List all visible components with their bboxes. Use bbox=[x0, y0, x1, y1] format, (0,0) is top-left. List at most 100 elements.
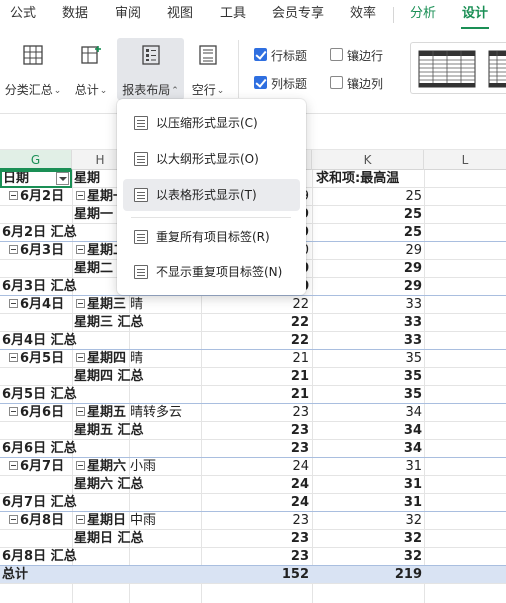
weather-cell[interactable] bbox=[130, 530, 200, 548]
tab-data[interactable]: 数据 bbox=[62, 0, 88, 30]
header-weekday[interactable]: 星期 bbox=[74, 170, 116, 188]
menu-item-tabular-form[interactable]: 以表格形式显示(T) bbox=[123, 179, 300, 211]
max-temp-cell[interactable]: 35 bbox=[316, 350, 422, 368]
max-temp-cell[interactable]: 25 bbox=[316, 224, 422, 242]
date-cell[interactable]: 6月5日 bbox=[9, 350, 70, 368]
collapse-toggle-icon[interactable] bbox=[9, 461, 18, 470]
weekday-cell[interactable]: 星期四 bbox=[76, 350, 128, 368]
min-temp-cell[interactable]: 21 bbox=[204, 350, 309, 368]
min-temp-cell[interactable]: 24 bbox=[204, 476, 309, 494]
date-cell[interactable]: 6月3日 汇总 bbox=[2, 278, 125, 296]
menu-item-repeat-labels[interactable]: 重复所有项目标签(R) bbox=[123, 221, 300, 253]
column-header-k[interactable]: K bbox=[312, 150, 424, 170]
min-temp-cell[interactable]: 24 bbox=[204, 494, 309, 512]
weather-cell[interactable]: 晴 bbox=[130, 350, 200, 368]
max-temp-cell[interactable]: 25 bbox=[316, 206, 422, 224]
date-cell[interactable]: 6月4日 汇总 bbox=[2, 332, 125, 350]
min-temp-cell[interactable]: 23 bbox=[204, 422, 309, 440]
min-temp-cell[interactable]: 23 bbox=[204, 440, 309, 458]
menu-item-no-repeat-labels[interactable]: 不显示重复项目标签(N) bbox=[123, 256, 300, 288]
collapse-toggle-icon[interactable] bbox=[9, 515, 18, 524]
min-temp-cell[interactable]: 152 bbox=[204, 566, 309, 584]
date-cell[interactable] bbox=[2, 368, 70, 386]
date-cell[interactable] bbox=[2, 530, 70, 548]
date-cell[interactable]: 6月2日 汇总 bbox=[2, 224, 125, 242]
date-cell[interactable] bbox=[2, 476, 70, 494]
header-date[interactable]: 日期 bbox=[3, 170, 55, 188]
weather-cell[interactable] bbox=[130, 368, 200, 386]
min-temp-cell[interactable]: 21 bbox=[204, 368, 309, 386]
max-temp-cell[interactable]: 25 bbox=[316, 188, 422, 206]
date-cell[interactable]: 6月8日 汇总 bbox=[2, 548, 125, 566]
tab-member[interactable]: 会员专享 bbox=[272, 0, 324, 30]
pivot-style-gallery[interactable] bbox=[410, 42, 506, 94]
min-temp-cell[interactable]: 22 bbox=[204, 296, 309, 314]
max-temp-cell[interactable]: 35 bbox=[316, 368, 422, 386]
header-max-temp-sum[interactable]: 求和项:最高温 bbox=[316, 170, 422, 188]
pivot-style-thumbnail-icon[interactable] bbox=[411, 43, 506, 95]
report-layout-button[interactable]: 报表布局⌃ bbox=[117, 38, 184, 100]
collapse-toggle-icon[interactable] bbox=[9, 299, 18, 308]
min-temp-cell[interactable]: 23 bbox=[204, 548, 309, 566]
min-temp-cell[interactable]: 23 bbox=[204, 530, 309, 548]
collapse-toggle-icon[interactable] bbox=[76, 353, 85, 362]
max-temp-cell[interactable]: 29 bbox=[316, 260, 422, 278]
max-temp-cell[interactable]: 32 bbox=[316, 512, 422, 530]
min-temp-cell[interactable]: 23 bbox=[204, 512, 309, 530]
weather-cell[interactable] bbox=[130, 476, 200, 494]
column-header-l[interactable]: L bbox=[424, 150, 506, 170]
date-cell[interactable] bbox=[2, 314, 70, 332]
date-cell[interactable]: 6月6日 bbox=[9, 404, 70, 422]
weather-cell[interactable] bbox=[130, 314, 200, 332]
weather-cell[interactable]: 中雨 bbox=[130, 512, 200, 530]
banded-cols-checkbox[interactable]: 镶边列 bbox=[330, 75, 400, 91]
banded-rows-checkbox[interactable]: 镶边行 bbox=[330, 47, 400, 63]
grand-totals-button[interactable]: 总计⌄ bbox=[68, 38, 114, 100]
max-temp-cell[interactable]: 35 bbox=[316, 386, 422, 404]
row-headers-checkbox[interactable]: 行标题 bbox=[254, 47, 324, 63]
subtotals-button[interactable]: 分类汇总⌄ bbox=[2, 38, 64, 100]
col-headers-checkbox[interactable]: 列标题 bbox=[254, 75, 324, 91]
collapse-toggle-icon[interactable] bbox=[9, 245, 18, 254]
collapse-toggle-icon[interactable] bbox=[9, 407, 18, 416]
max-temp-cell[interactable]: 33 bbox=[316, 332, 422, 350]
max-temp-cell[interactable]: 34 bbox=[316, 404, 422, 422]
max-temp-cell[interactable]: 29 bbox=[316, 242, 422, 260]
date-cell[interactable]: 6月2日 bbox=[9, 188, 70, 206]
tab-analyze[interactable]: 分析 bbox=[410, 0, 436, 30]
min-temp-cell[interactable]: 24 bbox=[204, 458, 309, 476]
tab-review[interactable]: 审阅 bbox=[115, 0, 141, 30]
max-temp-cell[interactable]: 34 bbox=[316, 440, 422, 458]
max-temp-cell[interactable]: 33 bbox=[316, 296, 422, 314]
collapse-toggle-icon[interactable] bbox=[76, 407, 85, 416]
blank-rows-button[interactable]: 空行⌄ bbox=[188, 38, 228, 100]
tab-formulas[interactable]: 公式 bbox=[10, 0, 36, 30]
max-temp-cell[interactable]: 31 bbox=[316, 458, 422, 476]
date-cell[interactable]: 6月3日 bbox=[9, 242, 70, 260]
collapse-toggle-icon[interactable] bbox=[76, 191, 85, 200]
weather-cell[interactable] bbox=[130, 422, 200, 440]
weekday-cell[interactable]: 星期五 bbox=[76, 404, 128, 422]
tab-design[interactable]: 设计 bbox=[462, 0, 488, 30]
tab-efficiency[interactable]: 效率 bbox=[350, 0, 376, 30]
max-temp-cell[interactable]: 32 bbox=[316, 548, 422, 566]
date-cell[interactable]: 6月5日 汇总 bbox=[2, 386, 125, 404]
max-temp-cell[interactable]: 32 bbox=[316, 530, 422, 548]
date-cell[interactable]: 6月7日 bbox=[9, 458, 70, 476]
max-temp-cell[interactable]: 33 bbox=[316, 314, 422, 332]
max-temp-cell[interactable]: 34 bbox=[316, 422, 422, 440]
date-cell[interactable] bbox=[2, 260, 70, 278]
collapse-toggle-icon[interactable] bbox=[9, 353, 18, 362]
min-temp-cell[interactable]: 21 bbox=[204, 386, 309, 404]
weekday-cell[interactable]: 星期三 bbox=[76, 296, 128, 314]
max-temp-cell[interactable]: 29 bbox=[316, 278, 422, 296]
weather-cell[interactable]: 晴 bbox=[130, 296, 200, 314]
min-temp-cell[interactable]: 22 bbox=[204, 332, 309, 350]
date-cell[interactable]: 6月6日 汇总 bbox=[2, 440, 125, 458]
max-temp-cell[interactable]: 31 bbox=[316, 476, 422, 494]
min-temp-cell[interactable]: 22 bbox=[204, 314, 309, 332]
min-temp-cell[interactable]: 23 bbox=[204, 404, 309, 422]
date-cell[interactable]: 6月7日 汇总 bbox=[2, 494, 125, 512]
date-cell[interactable] bbox=[2, 422, 70, 440]
filter-dropdown-icon[interactable] bbox=[56, 172, 69, 185]
